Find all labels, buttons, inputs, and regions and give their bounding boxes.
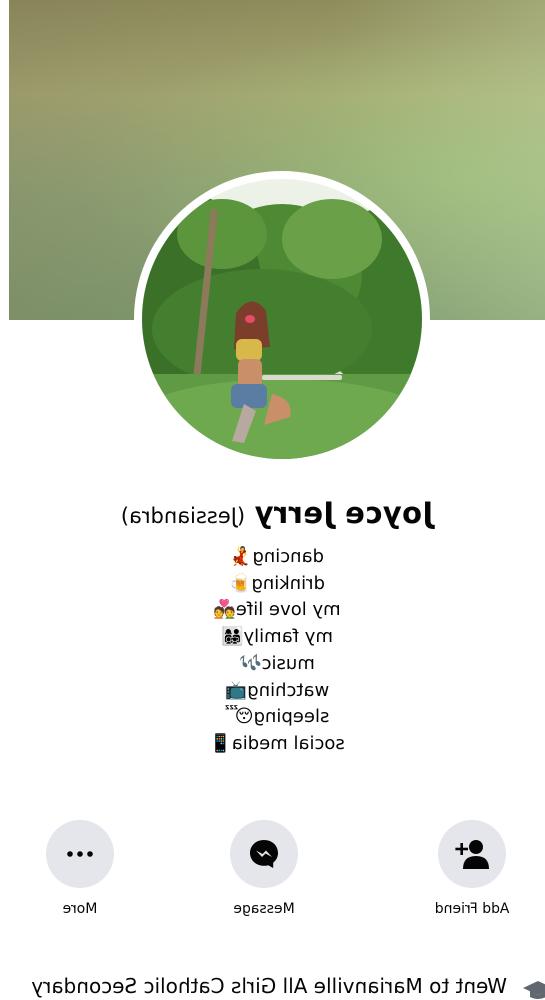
profile-picture-frame <box>134 171 430 467</box>
add-friend-circle[interactable] <box>438 820 506 888</box>
message-button[interactable]: Message <box>209 820 319 917</box>
profile-name: Joyce Jerry <box>254 496 434 530</box>
more-label: More <box>62 901 98 917</box>
profile-name-line: Joyce Jerry (Jessiandra) <box>9 496 545 530</box>
graduation-cap-icon <box>523 981 545 999</box>
bio-line: sleeping😴 <box>224 706 330 728</box>
education-row[interactable]: Went to Marianville All Girls Catholic S… <box>9 974 545 1000</box>
education-text: Went to Marianville All Girls Catholic S… <box>31 974 507 998</box>
add-friend-label: Add Friend <box>434 901 510 917</box>
messenger-icon <box>250 840 278 868</box>
profile-actions: Add Friend Message More <box>9 820 545 930</box>
message-label: Message <box>233 901 295 917</box>
more-button[interactable]: More <box>25 820 135 917</box>
profile-photo-image <box>142 179 422 459</box>
profile-page: Joyce Jerry (Jessiandra) dancing💃 drinki… <box>0 0 545 1000</box>
bio-line: watching📺 <box>224 679 330 701</box>
bio-line: social media📱 <box>209 732 345 754</box>
bio-line: my love life💑 <box>213 599 341 621</box>
add-friend-icon <box>455 840 489 869</box>
bio-line: dancing💃 <box>230 546 325 567</box>
more-circle[interactable] <box>46 820 114 888</box>
add-friend-button[interactable]: Add Friend <box>417 820 527 917</box>
bio-line: my family👨‍👩‍👧‍👦 <box>221 626 333 648</box>
more-dots-icon <box>67 851 93 857</box>
bio-line: drinking🍺 <box>229 572 325 594</box>
profile-bio: dancing💃 drinking🍺 my love life💑 my fami… <box>9 544 545 758</box>
profile-alternate-name: (Jessiandra) <box>120 504 246 528</box>
message-circle[interactable] <box>230 820 298 888</box>
bio-line: music🎶 <box>239 652 315 674</box>
profile-picture[interactable] <box>142 179 422 459</box>
